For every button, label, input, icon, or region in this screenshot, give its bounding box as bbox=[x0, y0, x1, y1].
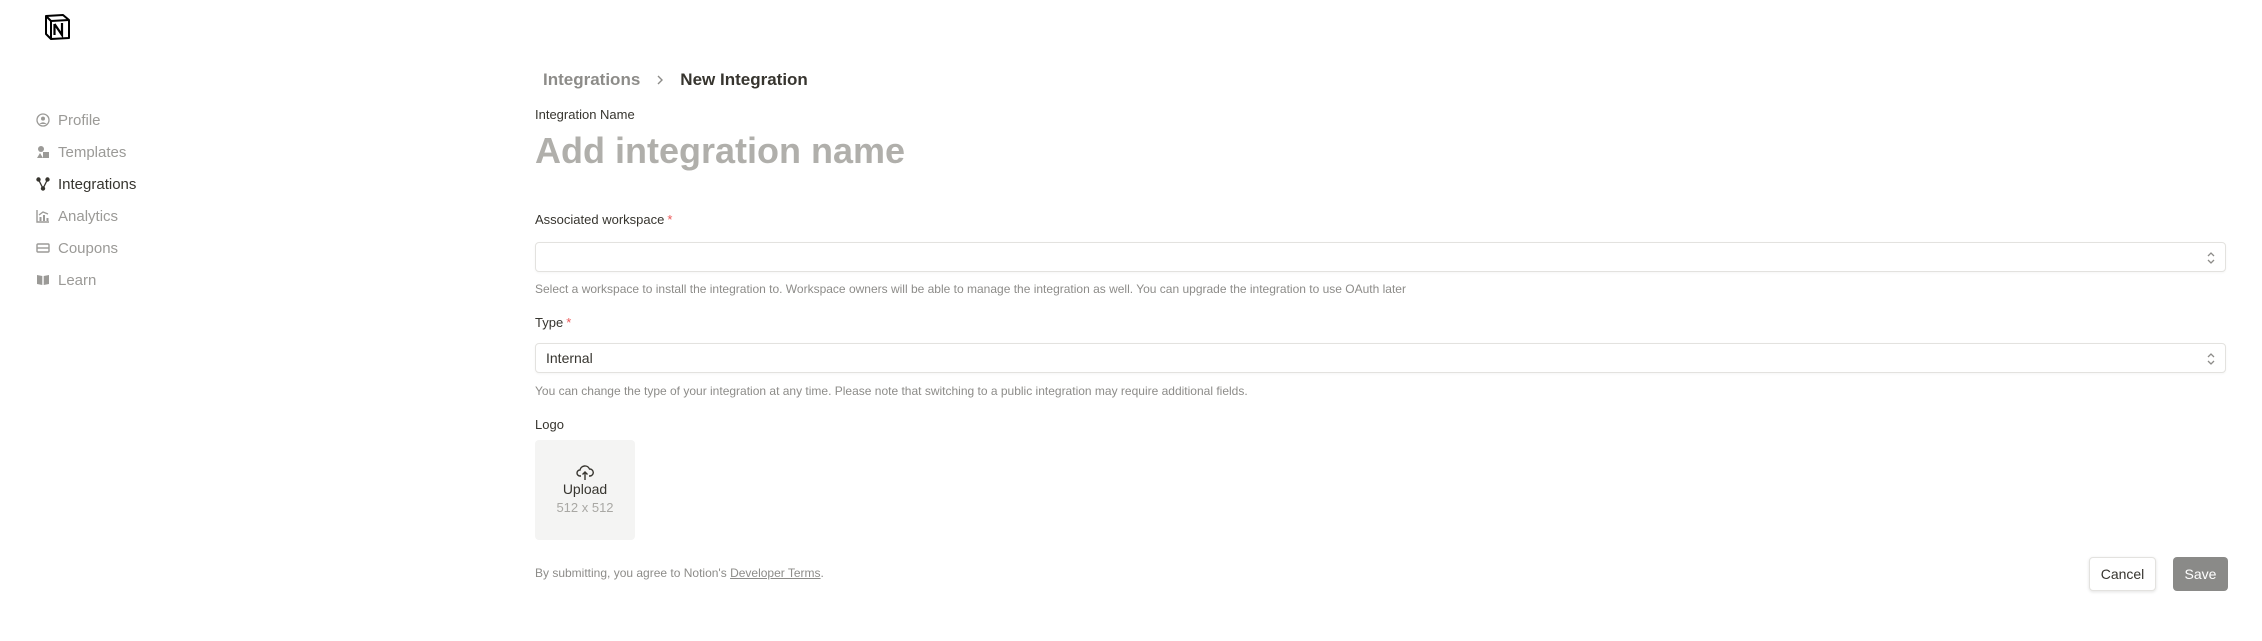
terms-notice: By submitting, you agree to Notion's Dev… bbox=[535, 566, 824, 580]
sidebar-item-label: Profile bbox=[58, 111, 101, 129]
sidebar-item-coupons[interactable]: Coupons bbox=[36, 232, 336, 264]
type-label-text: Type bbox=[535, 315, 564, 330]
required-asterisk: * bbox=[566, 315, 572, 330]
sidebar-item-label: Coupons bbox=[58, 239, 119, 257]
sidebar-item-label: Templates bbox=[58, 143, 127, 161]
breadcrumb-current: New Integration bbox=[680, 70, 808, 89]
type-select-value: Internal bbox=[546, 350, 593, 366]
sidebar-nav: Profile Templates Integrations Analytics… bbox=[36, 104, 336, 296]
cancel-button[interactable]: Cancel bbox=[2089, 557, 2156, 591]
shapes-icon bbox=[36, 145, 50, 159]
terms-prefix: By submitting, you agree to Notion's bbox=[535, 566, 731, 580]
notion-logo[interactable] bbox=[42, 12, 72, 42]
select-chevrons-icon bbox=[2205, 251, 2217, 265]
sidebar-item-profile[interactable]: Profile bbox=[36, 104, 336, 136]
analytics-icon bbox=[36, 209, 50, 223]
user-circle-icon bbox=[36, 113, 50, 127]
terms-suffix: . bbox=[820, 566, 824, 580]
book-icon bbox=[36, 273, 50, 287]
sidebar-item-learn[interactable]: Learn bbox=[36, 264, 336, 296]
required-asterisk: * bbox=[667, 212, 673, 227]
sidebar-item-label: Integrations bbox=[58, 175, 137, 193]
sidebar-item-integrations[interactable]: Integrations bbox=[36, 168, 336, 200]
logo-upload-button[interactable]: Upload 512 x 512 bbox=[535, 440, 635, 540]
associated-workspace-hint: Select a workspace to install the integr… bbox=[535, 282, 1406, 296]
type-select[interactable]: Internal bbox=[535, 343, 2226, 373]
cloud-upload-icon bbox=[576, 465, 594, 481]
select-chevrons-icon bbox=[2205, 352, 2217, 366]
breadcrumb-integrations-link[interactable]: Integrations bbox=[543, 70, 640, 90]
sidebar-item-label: Analytics bbox=[58, 207, 119, 225]
coupon-icon bbox=[36, 241, 50, 255]
integration-name-label: Integration Name bbox=[535, 107, 635, 122]
breadcrumb: Integrations New Integration bbox=[543, 70, 808, 90]
integrations-icon bbox=[36, 177, 50, 191]
sidebar-item-analytics[interactable]: Analytics bbox=[36, 200, 336, 232]
save-button[interactable]: Save bbox=[2173, 557, 2228, 591]
integration-name-input[interactable] bbox=[535, 126, 1435, 176]
associated-workspace-label-text: Associated workspace bbox=[535, 212, 665, 227]
chevron-right-icon bbox=[654, 74, 666, 86]
associated-workspace-label: Associated workspace * bbox=[535, 212, 672, 227]
sidebar-item-templates[interactable]: Templates bbox=[36, 136, 336, 168]
developer-terms-link[interactable]: Developer Terms bbox=[730, 566, 820, 580]
associated-workspace-select[interactable] bbox=[535, 242, 2226, 272]
type-hint: You can change the type of your integrat… bbox=[535, 384, 1248, 398]
upload-size-hint: 512 x 512 bbox=[556, 500, 614, 515]
upload-label: Upload bbox=[562, 481, 608, 497]
logo-label: Logo bbox=[535, 417, 564, 432]
type-label: Type * bbox=[535, 315, 571, 330]
sidebar-item-label: Learn bbox=[58, 271, 97, 289]
